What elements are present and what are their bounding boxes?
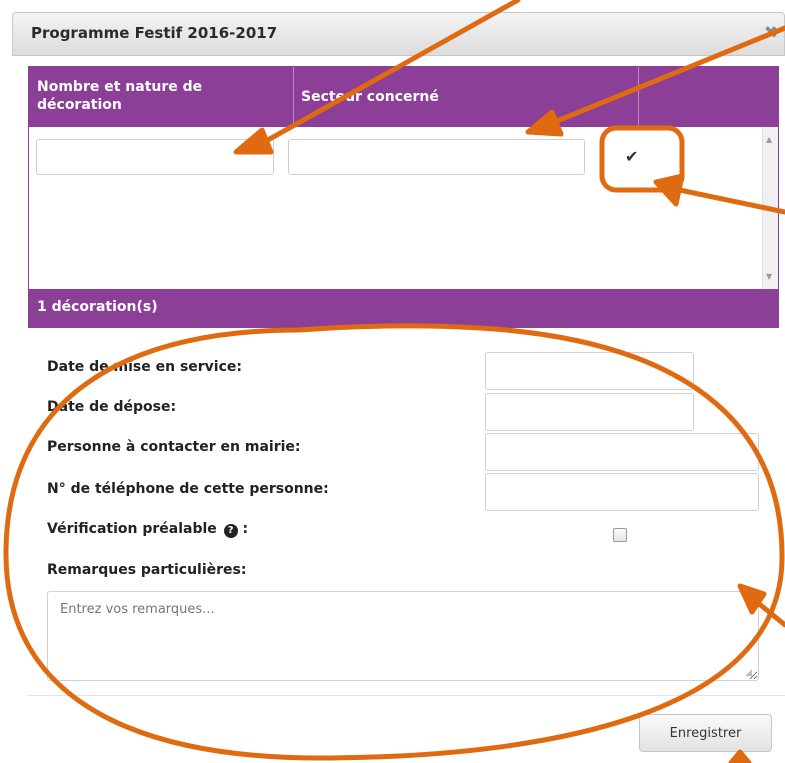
scroll-down-icon[interactable]: ▼: [766, 272, 772, 281]
save-button[interactable]: Enregistrer: [639, 714, 772, 752]
question-circle-icon[interactable]: ?: [223, 524, 238, 538]
label-telephone: N° de téléphone de cette personne:: [47, 481, 329, 497]
decoration-table: Nombre et nature de décoration Secteur c…: [28, 66, 779, 328]
scroll-up-icon[interactable]: ▲: [766, 135, 772, 144]
annotation-form-loop: [3, 323, 785, 761]
label-remarques: Remarques particulières:: [47, 562, 247, 578]
label-personne-contact: Personne à contacter en mairie:: [47, 439, 301, 455]
footer-divider: [28, 695, 785, 696]
date-depose-input[interactable]: [485, 393, 694, 431]
column-header-decoration: Nombre et nature de décoration: [37, 79, 203, 113]
table-body: ✔ ▲ ▼: [29, 127, 778, 289]
verification-label-text: Vérification préalable: [47, 521, 217, 537]
decoration-nature-input[interactable]: [36, 139, 274, 175]
close-icon[interactable]: ✖: [764, 23, 778, 43]
annotation-arrowhead-5: [728, 749, 752, 763]
table-header: Nombre et nature de décoration Secteur c…: [29, 67, 778, 127]
resize-grip-icon[interactable]: ◢: [745, 668, 752, 678]
decoration-count: 1 décoration(s): [37, 299, 158, 315]
label-verification: Vérification préalable ? :: [47, 521, 248, 538]
label-date-depose: Date de dépose:: [47, 399, 177, 415]
date-mise-en-service-input[interactable]: [485, 352, 694, 390]
dialog-title: Programme Festif 2016-2017: [31, 24, 278, 42]
label-date-mise-en-service: Date de mise en service:: [47, 359, 242, 375]
check-icon[interactable]: ✔: [625, 147, 638, 166]
secteur-input[interactable]: [288, 139, 585, 175]
table-scrollbar[interactable]: ▲ ▼: [762, 127, 778, 289]
remarks-textarea[interactable]: [47, 591, 759, 681]
dialog-header: Programme Festif 2016-2017 ✖: [12, 12, 785, 56]
table-footer: 1 décoration(s): [29, 289, 778, 327]
verification-checkbox[interactable]: [613, 528, 627, 542]
personne-contact-input[interactable]: [485, 433, 759, 471]
telephone-input[interactable]: [485, 473, 759, 511]
verification-suffix: :: [242, 521, 249, 537]
column-header-secteur: Secteur concerné: [301, 89, 439, 105]
